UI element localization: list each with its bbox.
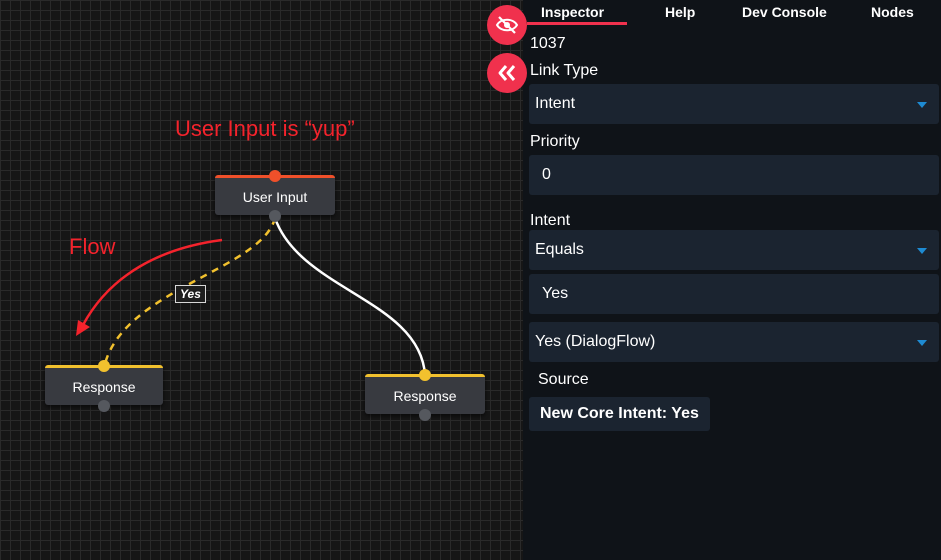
tab-inspector[interactable]: Inspector <box>541 4 604 20</box>
source-label: Source <box>538 371 589 388</box>
link-type-select[interactable]: Intent <box>529 84 939 124</box>
default-link <box>273 217 427 376</box>
node-label: Response <box>393 387 457 404</box>
input-port[interactable] <box>269 170 281 182</box>
inspector-panel: Inspector Help Dev Console Nodes 1037 Li… <box>523 0 941 560</box>
active-tab-indicator <box>527 22 627 25</box>
intent-operator-select[interactable]: Equals <box>529 230 939 270</box>
link-label-yes[interactable]: Yes <box>175 285 206 303</box>
node-user-input[interactable]: User Input <box>215 170 335 222</box>
intent-operator-value: Equals <box>535 241 584 258</box>
link-type-value: Intent <box>535 95 576 112</box>
annotation-title: User Input is “yup” <box>175 116 355 141</box>
input-port[interactable] <box>98 360 110 372</box>
node-response-right[interactable]: Response <box>365 369 485 421</box>
link-id: 1037 <box>530 35 566 52</box>
input-port[interactable] <box>419 369 431 381</box>
eye-slash-icon <box>495 16 519 34</box>
intent-value-input[interactable]: Yes <box>529 274 939 314</box>
node-response-left[interactable]: Response <box>45 360 163 412</box>
output-port[interactable] <box>419 409 431 421</box>
priority-label: Priority <box>530 133 580 150</box>
collapse-panel-button[interactable] <box>487 53 527 93</box>
flow-canvas[interactable]: User Input is “yup” Flow User Input Resp… <box>0 0 523 560</box>
chevron-down-icon <box>917 102 927 108</box>
intent-value: Yes <box>542 285 569 302</box>
double-chevron-left-icon <box>498 65 516 81</box>
intent-source-select[interactable]: Yes (DialogFlow) <box>529 322 939 362</box>
source-intent-tag[interactable]: New Core Intent: Yes <box>529 397 710 431</box>
output-port[interactable] <box>269 210 281 222</box>
output-port[interactable] <box>98 400 110 412</box>
priority-input[interactable]: 0 <box>529 155 939 195</box>
intent-source-value: Yes (DialogFlow) <box>535 333 656 350</box>
panel-tabs: Inspector Help Dev Console Nodes <box>523 0 941 26</box>
chevron-down-icon <box>917 248 927 254</box>
intent-label: Intent <box>530 212 571 229</box>
tab-help[interactable]: Help <box>665 4 695 20</box>
annotation-flow: Flow <box>69 234 116 259</box>
flow-arrow-head <box>76 320 90 336</box>
tab-nodes[interactable]: Nodes <box>871 4 914 20</box>
node-label: Response <box>72 378 136 395</box>
links-layer <box>76 217 427 376</box>
chevron-down-icon <box>917 340 927 346</box>
node-label: User Input <box>242 188 308 205</box>
priority-value: 0 <box>542 166 551 183</box>
tab-dev-console[interactable]: Dev Console <box>742 4 827 20</box>
link-type-label: Link Type <box>530 62 599 79</box>
hide-panel-button[interactable] <box>487 5 527 45</box>
